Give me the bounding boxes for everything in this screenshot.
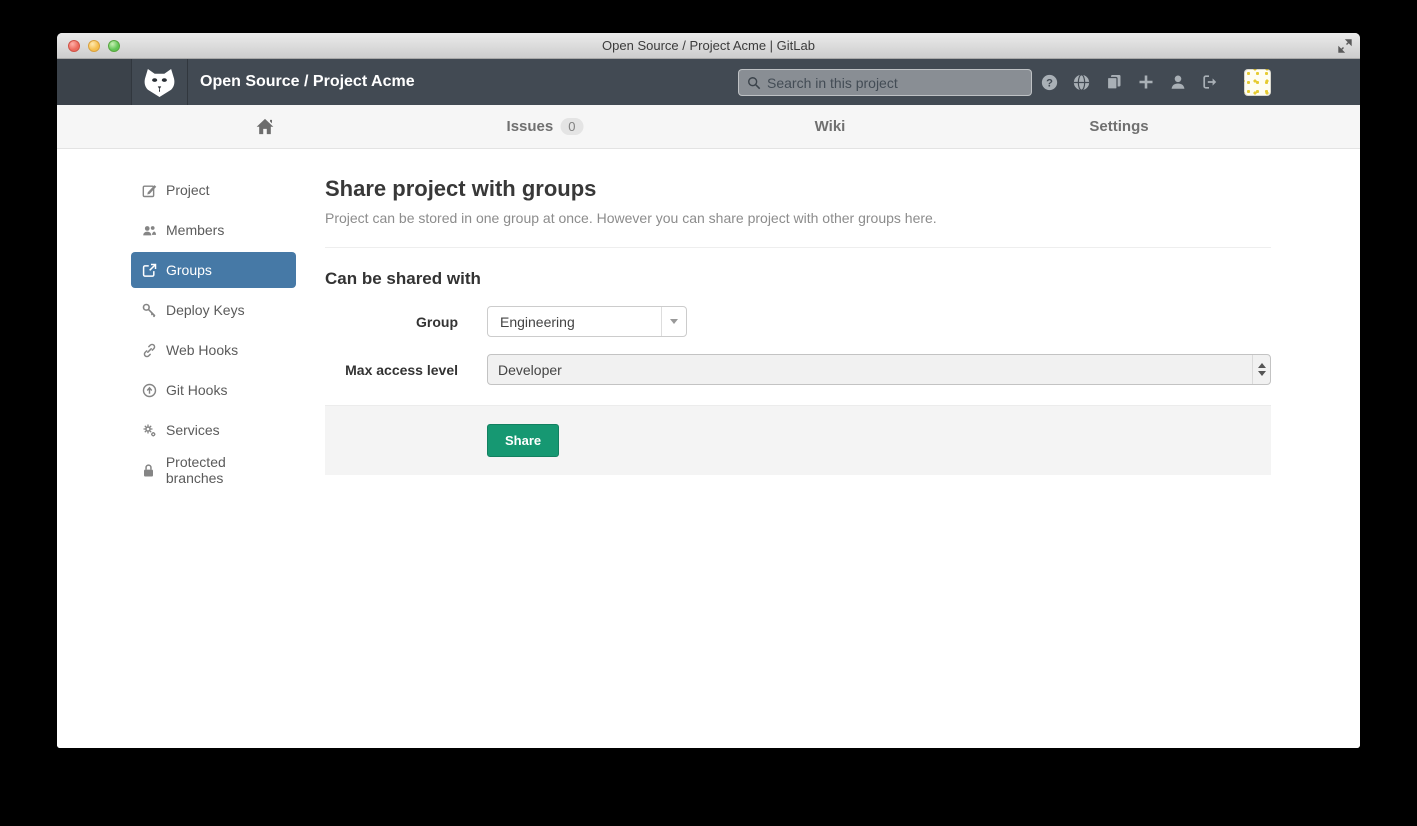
nav-item-home[interactable] xyxy=(256,105,275,148)
nav-item-settings[interactable]: Settings xyxy=(1089,105,1148,148)
desktop-background: Open Source / Project Acme | GitLab Ope xyxy=(0,0,1417,826)
nav-item-wiki-label: Wiki xyxy=(815,118,846,135)
sidebar-item-protected-branches[interactable]: Protected branches xyxy=(131,452,296,488)
browser-window: Open Source / Project Acme | GitLab Ope xyxy=(57,33,1360,748)
fullscreen-icon[interactable] xyxy=(1337,38,1353,54)
header-left-pad xyxy=(57,59,131,105)
sidebar-item-git-hooks[interactable]: Git Hooks xyxy=(131,372,296,408)
window-title: Open Source / Project Acme | GitLab xyxy=(57,33,1360,59)
sidebar-item-label: Project xyxy=(166,182,210,198)
group-select-value: Engineering xyxy=(488,314,661,330)
sign-out-icon[interactable] xyxy=(1201,74,1218,91)
search-box[interactable] xyxy=(738,69,1032,96)
max-access-form-row: Max access level Developer xyxy=(325,354,1271,385)
sidebar-item-groups[interactable]: Groups xyxy=(131,252,296,288)
page-description: Project can be stored in one group at on… xyxy=(325,210,1271,226)
home-icon xyxy=(256,117,275,136)
svg-text:?: ? xyxy=(1046,77,1053,89)
content-area: Project Members xyxy=(57,149,1360,748)
sidebar-item-label: Git Hooks xyxy=(166,382,227,398)
project-nav: Issues 0 Wiki Settings xyxy=(57,105,1360,149)
gitlab-logo[interactable] xyxy=(131,59,188,105)
group-select[interactable]: Engineering xyxy=(487,306,687,337)
app-header: Open Source / Project Acme ? xyxy=(57,59,1360,105)
sidebar-item-services[interactable]: Services xyxy=(131,412,296,448)
sidebar-item-web-hooks[interactable]: Web Hooks xyxy=(131,332,296,368)
link-icon xyxy=(141,342,157,358)
sidebar-item-label: Groups xyxy=(166,262,212,278)
section-title: Can be shared with xyxy=(325,269,1271,289)
pencil-square-icon xyxy=(141,182,157,198)
arrow-circle-up-icon xyxy=(141,382,157,398)
select-stepper-icon xyxy=(1252,355,1270,384)
sidebar-item-label: Members xyxy=(166,222,224,238)
nav-item-issues-label: Issues xyxy=(507,118,554,135)
avatar[interactable] xyxy=(1244,69,1271,96)
sidebar-item-project[interactable]: Project xyxy=(131,172,296,208)
share-square-icon xyxy=(141,262,157,278)
sidebar-item-label: Services xyxy=(166,422,220,438)
settings-sidebar: Project Members xyxy=(57,149,296,748)
gears-icon xyxy=(141,422,157,438)
search-input[interactable] xyxy=(767,75,1023,91)
globe-icon[interactable] xyxy=(1073,74,1090,91)
window-titlebar: Open Source / Project Acme | GitLab xyxy=(57,33,1360,59)
main-content: Share project with groups Project can be… xyxy=(325,149,1271,748)
sidebar-item-label: Protected branches xyxy=(166,454,286,486)
header-actions: ? xyxy=(1041,59,1271,105)
sidebar-item-label: Deploy Keys xyxy=(166,302,245,318)
max-access-level-value: Developer xyxy=(488,362,1252,378)
user-icon[interactable] xyxy=(1169,74,1186,91)
nav-item-wiki[interactable]: Wiki xyxy=(815,105,846,148)
form-actions: Share xyxy=(325,405,1271,475)
nav-item-settings-label: Settings xyxy=(1089,118,1148,135)
group-form-row: Group Engineering xyxy=(325,306,1271,337)
project-title: Open Source / Project Acme xyxy=(200,59,415,105)
search-icon xyxy=(747,76,761,90)
max-access-level-select[interactable]: Developer xyxy=(487,354,1271,385)
issues-count-badge: 0 xyxy=(560,118,583,135)
lock-icon xyxy=(141,462,157,478)
key-icon xyxy=(141,302,157,318)
page-title: Share project with groups xyxy=(325,176,1271,202)
sidebar-item-members[interactable]: Members xyxy=(131,212,296,248)
nav-item-issues[interactable]: Issues 0 xyxy=(507,105,584,148)
copy-icon[interactable] xyxy=(1105,74,1122,91)
chevron-down-icon xyxy=(661,307,686,336)
users-icon xyxy=(141,222,157,238)
share-button[interactable]: Share xyxy=(487,424,559,457)
plus-icon[interactable] xyxy=(1137,74,1154,91)
max-access-level-label: Max access level xyxy=(325,362,458,378)
divider xyxy=(325,247,1271,248)
sidebar-item-deploy-keys[interactable]: Deploy Keys xyxy=(131,292,296,328)
sidebar-item-label: Web Hooks xyxy=(166,342,238,358)
group-label: Group xyxy=(325,314,458,330)
tanuki-icon xyxy=(144,67,175,98)
help-icon[interactable]: ? xyxy=(1041,74,1058,91)
